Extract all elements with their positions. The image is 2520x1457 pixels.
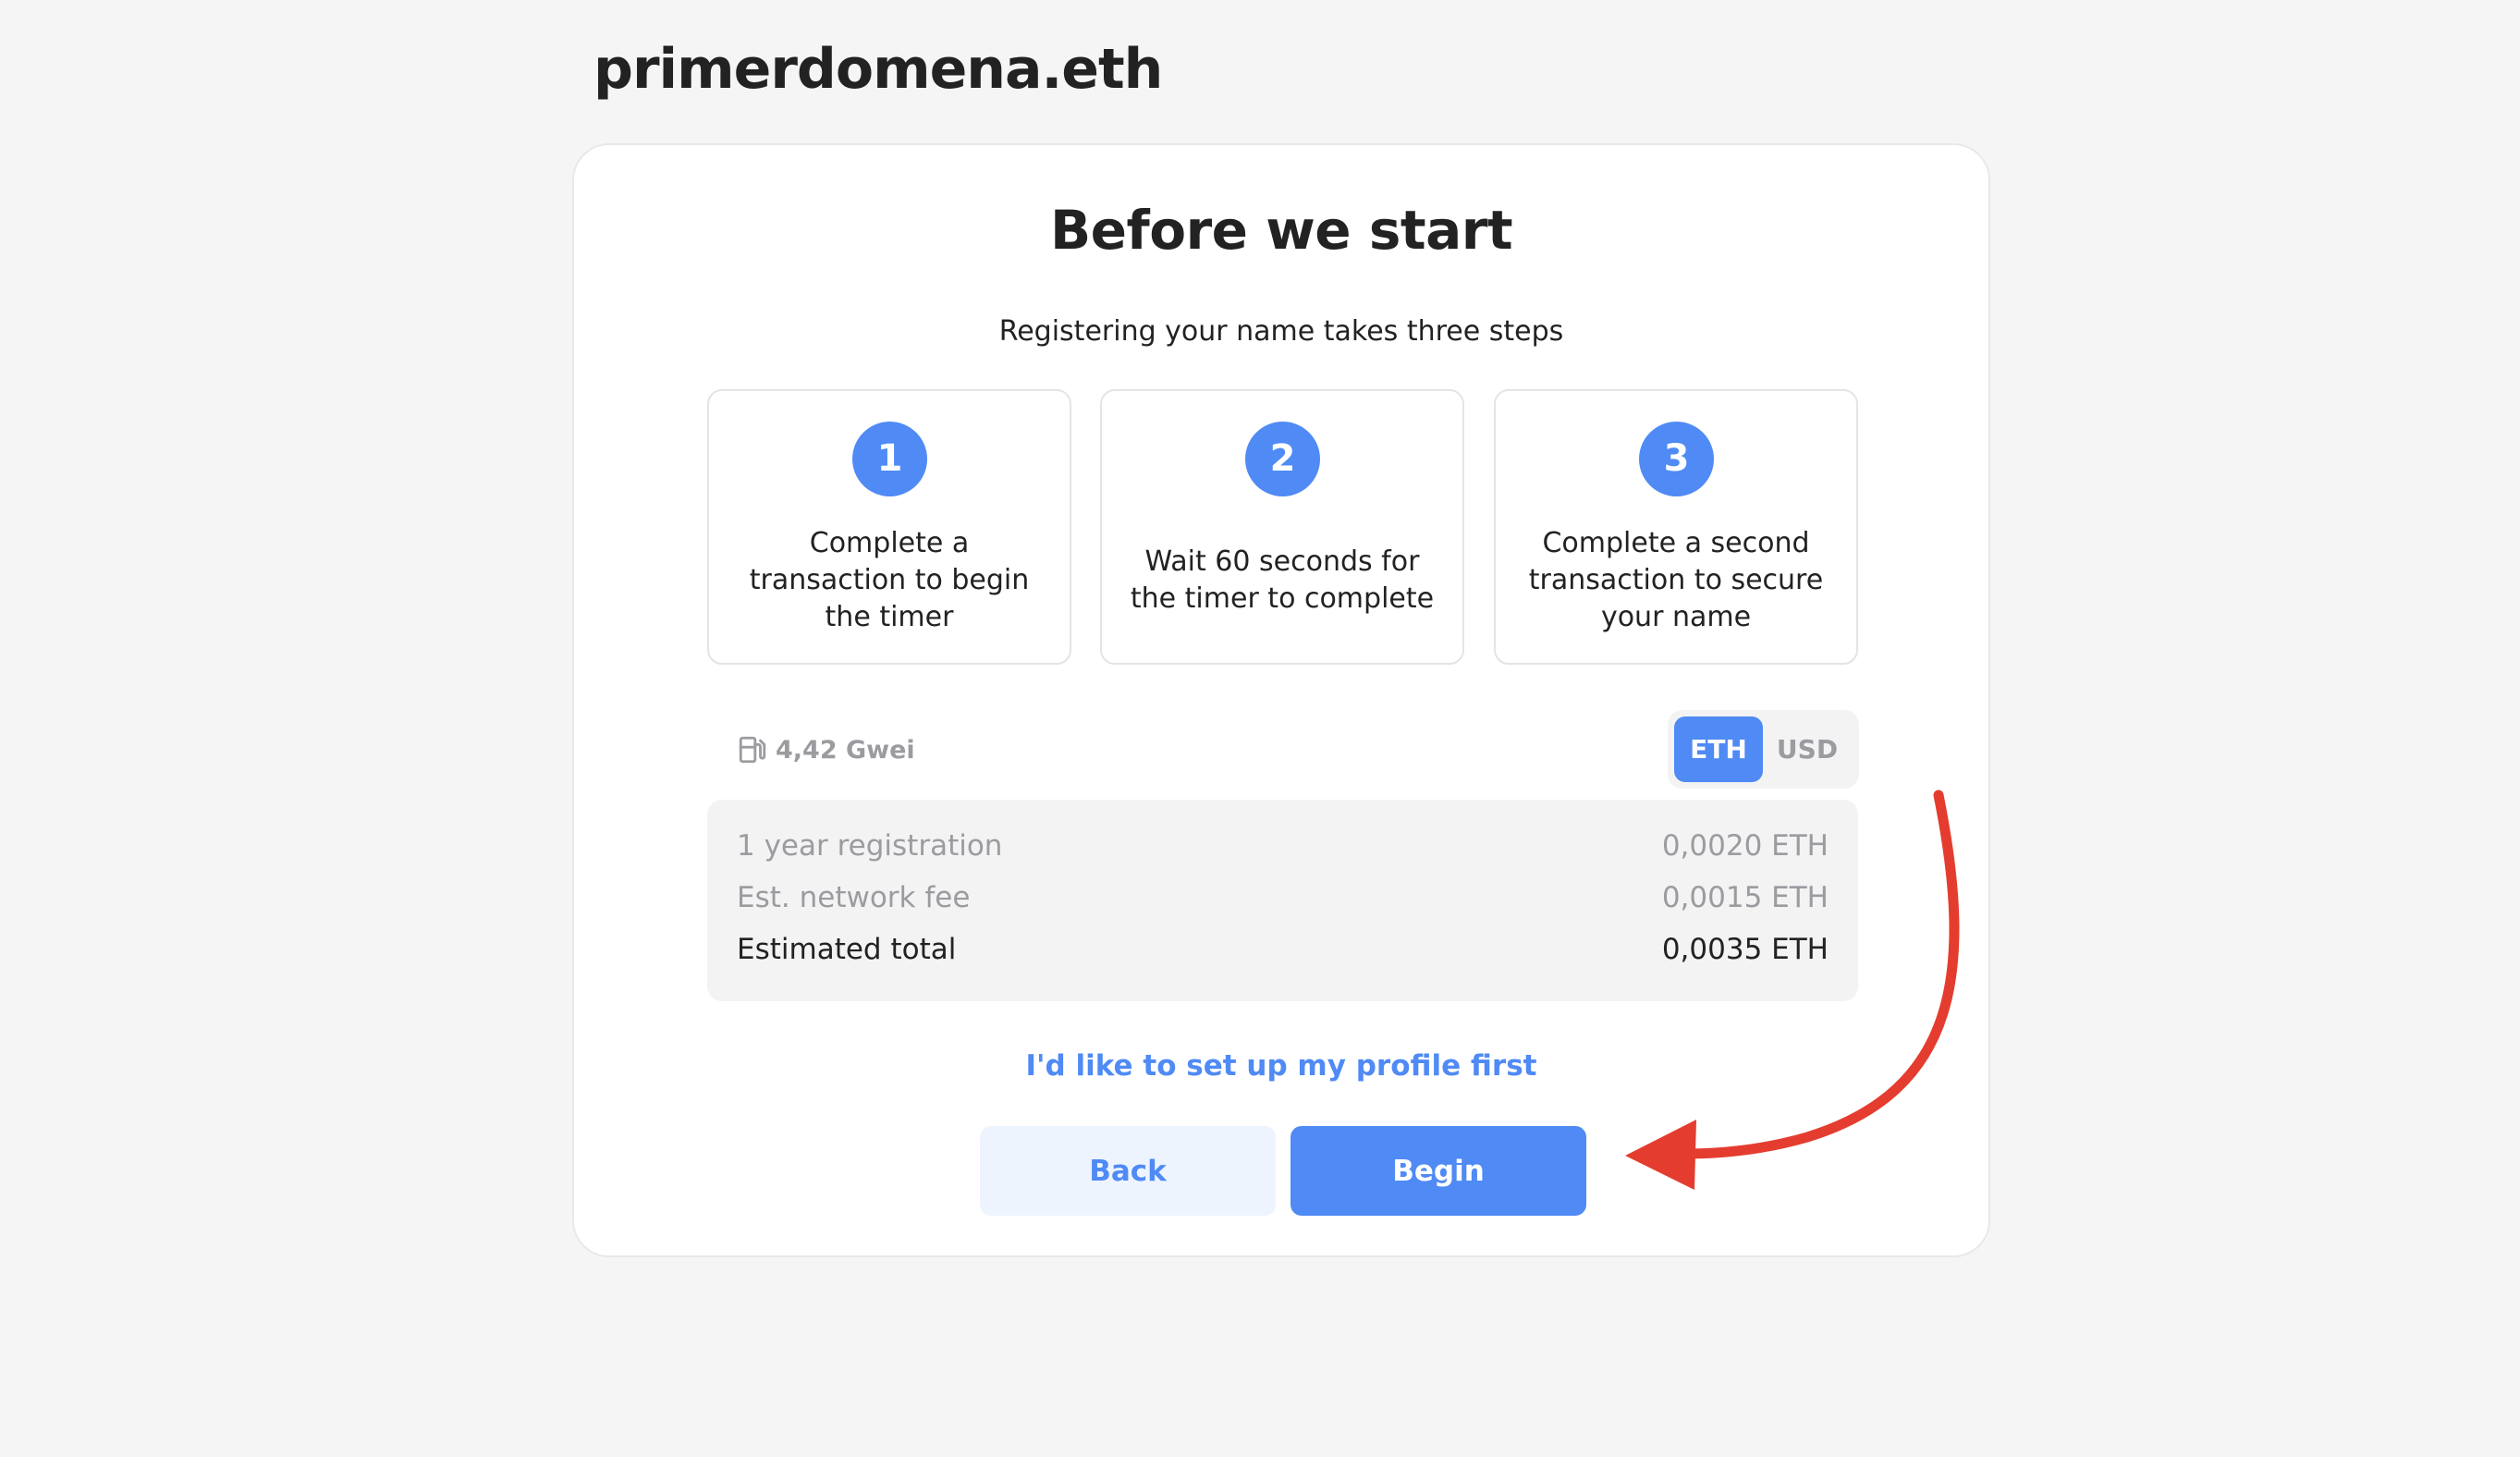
cost-row-total: Estimated total 0,0035 ETH [737,924,1829,975]
gas-price: 4,42 Gwei [737,729,915,770]
cost-value: 0,0015 ETH [1661,881,1829,914]
domain-name-title: primerdomena.eth [593,37,1163,102]
step-description: Wait 60 seconds for the timer to complet… [1130,545,1435,615]
step-card-3: 3 Complete a second transaction to secur… [1494,389,1858,665]
step-card-1: 1 Complete a transaction to begin the ti… [707,389,1071,665]
registration-card: Before we start Registering your name ta… [572,143,1990,1257]
cost-row-network-fee: Est. network fee 0,0015 ETH [737,872,1829,924]
step-description: Complete a second transaction to secure … [1528,527,1824,633]
cost-value: 0,0020 ETH [1661,829,1829,863]
cost-row-registration: 1 year registration 0,0020 ETH [737,820,1829,872]
gas-pump-icon [737,734,768,765]
card-title: Before we start [1049,199,1513,262]
currency-option-eth[interactable]: ETH [1674,716,1763,782]
cost-label: Est. network fee [737,881,971,914]
gas-price-value: 4,42 Gwei [776,735,915,765]
back-button[interactable]: Back [980,1126,1276,1216]
currency-toggle: ETH USD [1668,710,1859,789]
cost-summary: 1 year registration 0,0020 ETH Est. netw… [707,800,1858,1001]
step-number-badge: 3 [1639,422,1714,496]
cost-value: 0,0035 ETH [1661,933,1829,966]
step-description: Complete a transaction to begin the time… [749,527,1030,633]
step-number-badge: 1 [852,422,927,496]
card-subtitle: Registering your name takes three steps [998,315,1564,348]
setup-profile-link[interactable]: I'd like to set up my profile first [574,1042,1988,1090]
step-number-badge: 2 [1245,422,1320,496]
step-card-2: 2 Wait 60 seconds for the timer to compl… [1100,389,1464,665]
currency-option-usd[interactable]: USD [1763,716,1852,782]
cost-label: Estimated total [737,933,957,966]
cost-label: 1 year registration [737,829,1003,863]
begin-button[interactable]: Begin [1291,1126,1586,1216]
steps-list: 1 Complete a transaction to begin the ti… [707,389,1858,667]
